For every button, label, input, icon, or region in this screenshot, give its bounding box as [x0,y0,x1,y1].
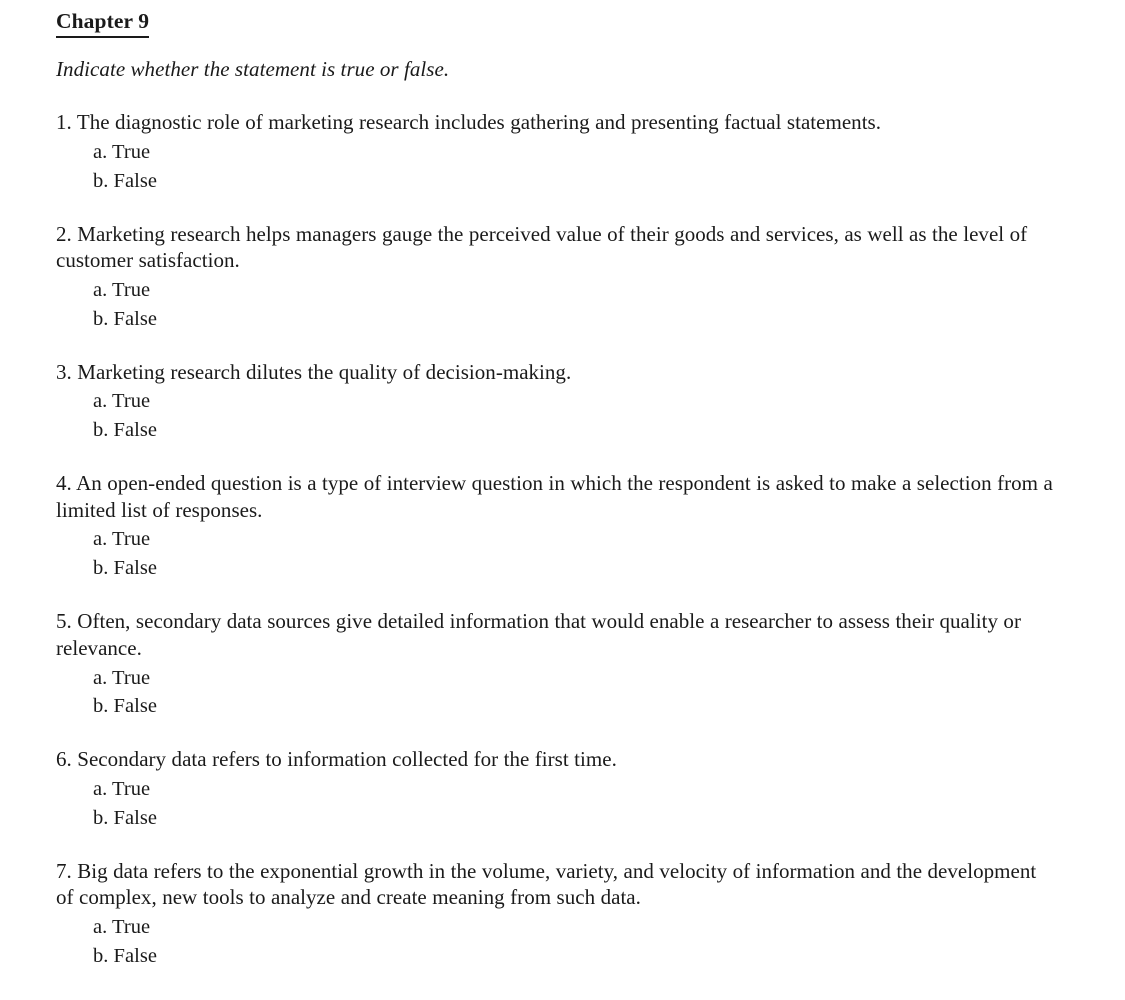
question-block: 5. Often, secondary data sources give de… [56,608,1056,721]
question-text: 4. An open-ended question is a type of i… [56,471,1053,522]
answer-option-label: b. False [93,944,157,967]
answer-options: a. True b. False [56,138,1056,196]
answer-option[interactable]: b. False [93,167,1056,196]
question-block: 7. Big data refers to the exponential gr… [56,858,1056,971]
answer-option-label: b. False [93,307,157,330]
answer-options: a. True b. False [56,525,1056,583]
page-title: Chapter 9 [56,8,150,38]
answer-option-label: a. True [93,390,151,413]
answer-option-label: a. True [93,278,151,301]
answer-option[interactable]: b. False [93,692,1056,721]
question-block: 1. The diagnostic role of marketing rese… [56,109,1056,195]
answer-option-label: b. False [93,695,157,718]
answer-option[interactable]: a. True [93,525,1056,554]
answer-option[interactable]: a. True [93,913,1056,942]
chapter-heading-row: Chapter 9 [56,8,1056,38]
answer-option[interactable]: a. True [93,276,1056,305]
answer-option-label: a. True [93,140,151,163]
answer-options: a. True b. False [56,913,1056,971]
question-block: 6. Secondary data refers to information … [56,746,1056,832]
answer-option[interactable]: b. False [93,942,1056,971]
question-text: 2. Marketing research helps managers gau… [56,221,1028,273]
answer-options: a. True b. False [56,387,1056,445]
question-text: 1. The diagnostic role of marketing rese… [56,110,882,135]
questions-list: 1. The diagnostic role of marketing rese… [56,109,1056,971]
question-text: 7. Big data refers to the exponential gr… [56,858,1037,910]
answer-option-label: b. False [93,169,157,192]
question-block: 3. Marketing research dilutes the qualit… [56,359,1056,445]
document-content: Chapter 9 Indicate whether the statement… [56,8,1056,971]
question-text: 3. Marketing research dilutes the qualit… [56,359,572,384]
answer-options: a. True b. False [56,276,1056,334]
answer-option[interactable]: a. True [93,775,1056,804]
answer-option[interactable]: b. False [93,416,1056,445]
question-block: 2. Marketing research helps managers gau… [56,221,1056,334]
answer-option[interactable]: b. False [93,804,1056,833]
question-block: 4. An open-ended question is a type of i… [56,470,1056,583]
answer-option-label: b. False [93,806,157,829]
instruction-text: Indicate whether the statement is true o… [56,56,450,81]
answer-option[interactable]: a. True [93,138,1056,167]
answer-option-label: b. False [93,557,157,580]
answer-option-label: b. False [93,419,157,442]
answer-option[interactable]: a. True [93,664,1056,693]
answer-option-label: a. True [93,916,151,939]
document-page: Chapter 9 Indicate whether the statement… [0,0,1125,1000]
answer-option[interactable]: b. False [93,305,1056,334]
answer-option-label: a. True [93,528,151,551]
answer-options: a. True b. False [56,775,1056,833]
answer-option[interactable]: b. False [93,554,1056,583]
question-text: 6. Secondary data refers to information … [56,747,617,772]
question-text: 5. Often, secondary data sources give de… [56,609,1021,660]
answer-option-label: a. True [93,666,151,689]
answer-option[interactable]: a. True [93,387,1056,416]
answer-option-label: a. True [93,777,151,800]
answer-options: a. True b. False [56,664,1056,722]
